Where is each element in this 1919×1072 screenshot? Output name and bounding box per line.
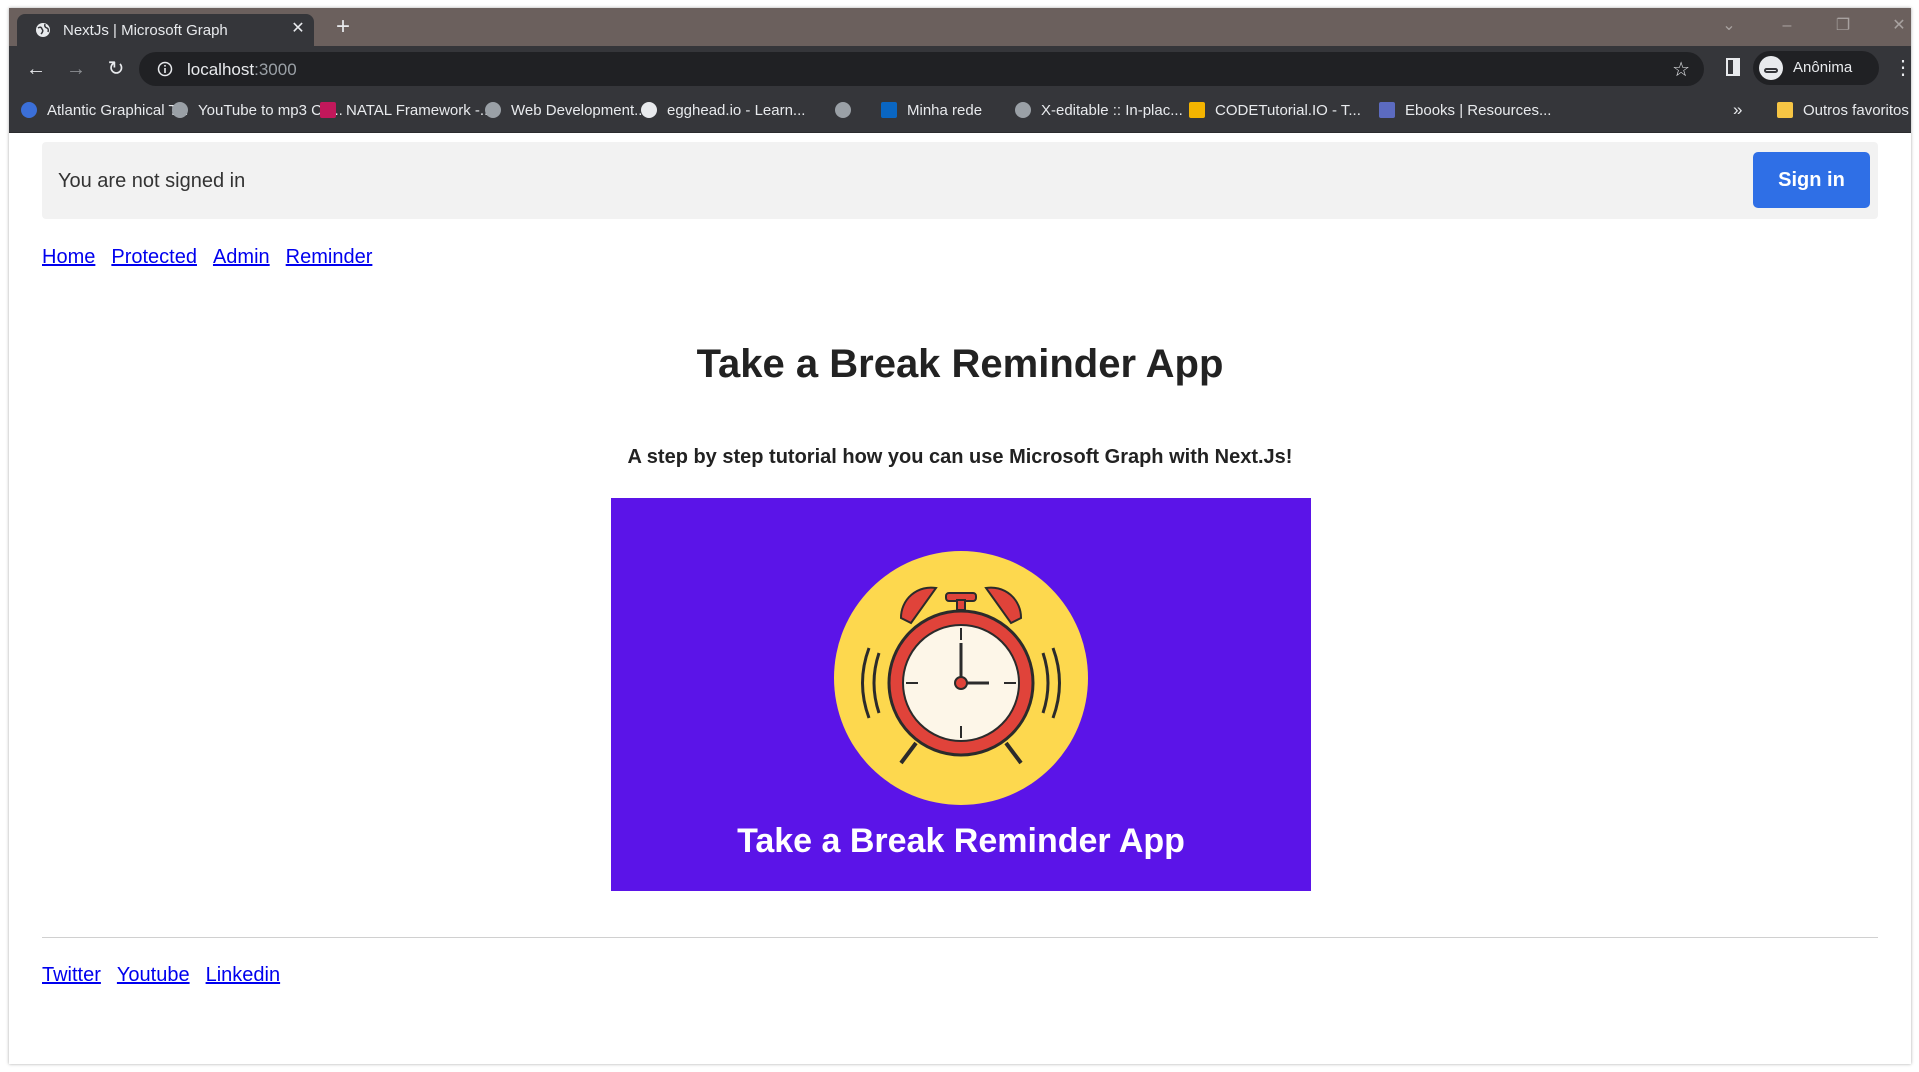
nav-admin-link[interactable]: Admin <box>213 246 270 268</box>
tab-strip: NextJs | Microsoft Graph ✕ + ⌄ – ❐ ✕ <box>9 8 1911 46</box>
linkedin-link[interactable]: Linkedin <box>206 964 281 986</box>
bookmarks-overflow-button[interactable]: » <box>1733 100 1742 120</box>
active-tab[interactable]: NextJs | Microsoft Graph ✕ <box>17 14 314 46</box>
bookmark-item[interactable]: Ebooks | Resources... <box>1379 102 1551 122</box>
new-tab-button[interactable]: + <box>331 15 355 40</box>
page-title: Take a Break Reminder App <box>696 342 1224 386</box>
reload-icon[interactable]: ↻ <box>103 56 129 82</box>
bookmark-star-icon[interactable]: ☆ <box>1672 57 1690 82</box>
bookmark-item[interactable]: Atlantic Graphical T... <box>21 102 188 122</box>
globe-icon <box>485 102 501 118</box>
close-icon[interactable]: ✕ <box>289 20 307 38</box>
url-host: localhost <box>187 60 255 79</box>
sign-in-button[interactable]: Sign in <box>1753 152 1870 208</box>
bookmark-item[interactable]: YouTube to mp3 Co... <box>172 102 343 122</box>
bookmark-label: egghead.io - Learn... <box>667 102 806 119</box>
tab-search-icon[interactable]: ⌄ <box>1711 14 1747 38</box>
forward-icon[interactable]: → <box>63 56 89 82</box>
signin-status-text: You are not signed in <box>58 170 246 192</box>
incognito-icon <box>1759 56 1783 80</box>
bookmark-label: CODETutorial.IO - T... <box>1215 102 1361 119</box>
profile-button[interactable]: Anônima <box>1753 51 1879 85</box>
more-menu-icon[interactable]: ⋮ <box>1893 58 1911 78</box>
chart-icon <box>1189 102 1205 118</box>
close-window-button[interactable]: ✕ <box>1881 14 1911 38</box>
egghead-icon <box>641 102 657 118</box>
noaa-icon <box>21 102 37 118</box>
bookmark-item[interactable]: Minha rede <box>881 102 982 122</box>
bookmark-label: Minha rede <box>907 102 983 119</box>
youtube-link[interactable]: Youtube <box>117 964 190 986</box>
signin-banner: You are not signed in Sign in <box>42 142 1878 219</box>
ebooks-icon <box>1379 102 1395 118</box>
globe-icon <box>36 23 50 37</box>
back-icon[interactable]: ← <box>23 56 49 82</box>
restore-button[interactable]: ❐ <box>1825 14 1861 38</box>
main-nav: Home Protected Admin Reminder <box>42 246 388 269</box>
address-bar[interactable]: localhost:3000 ☆ <box>139 52 1704 86</box>
globe-icon <box>172 102 188 118</box>
nav-reminder-link[interactable]: Reminder <box>286 246 373 268</box>
bookmark-item[interactable]: egghead.io - Learn... <box>641 102 805 122</box>
browser-window: NextJs | Microsoft Graph ✕ + ⌄ – ❐ ✕ ← →… <box>9 8 1911 1064</box>
browser-toolbar: ← → ↻ localhost:3000 ☆ Anônima ⋮ <box>9 46 1911 92</box>
bookmark-item[interactable] <box>835 102 861 122</box>
bookmark-label: Outros favoritos <box>1803 102 1909 119</box>
bookmark-item[interactable]: NATAL Framework -... <box>320 102 492 122</box>
other-bookmarks-folder[interactable]: Outros favoritos <box>1777 102 1909 122</box>
nav-home-link[interactable]: Home <box>42 246 95 268</box>
hero-image: Take a Break Reminder App <box>611 498 1311 891</box>
footer-divider <box>42 937 1878 938</box>
bookmark-label: Web Development... <box>511 102 647 119</box>
url-port: :3000 <box>254 60 297 79</box>
tab-title: NextJs | Microsoft Graph <box>63 22 228 39</box>
nav-protected-link[interactable]: Protected <box>111 246 197 268</box>
bookmark-item[interactable]: CODETutorial.IO - T... <box>1189 102 1361 122</box>
alarm-clock-icon <box>834 551 1088 805</box>
globe-icon <box>835 102 851 118</box>
bookmark-item[interactable]: Web Development... <box>485 102 647 122</box>
globe-icon <box>1015 102 1031 118</box>
page-subtitle: A step by step tutorial how you can use … <box>627 446 1293 468</box>
profile-label: Anônima <box>1793 59 1853 76</box>
bookmark-label: X-editable :: In-plac... <box>1041 102 1183 119</box>
info-icon[interactable] <box>157 61 173 77</box>
bookmarks-bar: Atlantic Graphical T... YouTube to mp3 C… <box>9 92 1911 133</box>
url-text: localhost:3000 <box>187 60 297 80</box>
folder-icon <box>1777 102 1793 118</box>
hero-caption: Take a Break Reminder App <box>737 822 1185 860</box>
natal-icon <box>320 102 336 118</box>
minimize-button[interactable]: – <box>1769 14 1805 38</box>
bookmark-label: Atlantic Graphical T... <box>47 102 189 119</box>
bookmark-item[interactable]: X-editable :: In-plac... <box>1015 102 1183 122</box>
side-panel-icon[interactable] <box>1726 58 1740 76</box>
footer-links: Twitter Youtube Linkedin <box>42 964 296 987</box>
bookmark-label: Ebooks | Resources... <box>1405 102 1552 119</box>
bookmark-label: NATAL Framework -... <box>346 102 493 119</box>
twitter-link[interactable]: Twitter <box>42 964 101 986</box>
linkedin-icon <box>881 102 897 118</box>
